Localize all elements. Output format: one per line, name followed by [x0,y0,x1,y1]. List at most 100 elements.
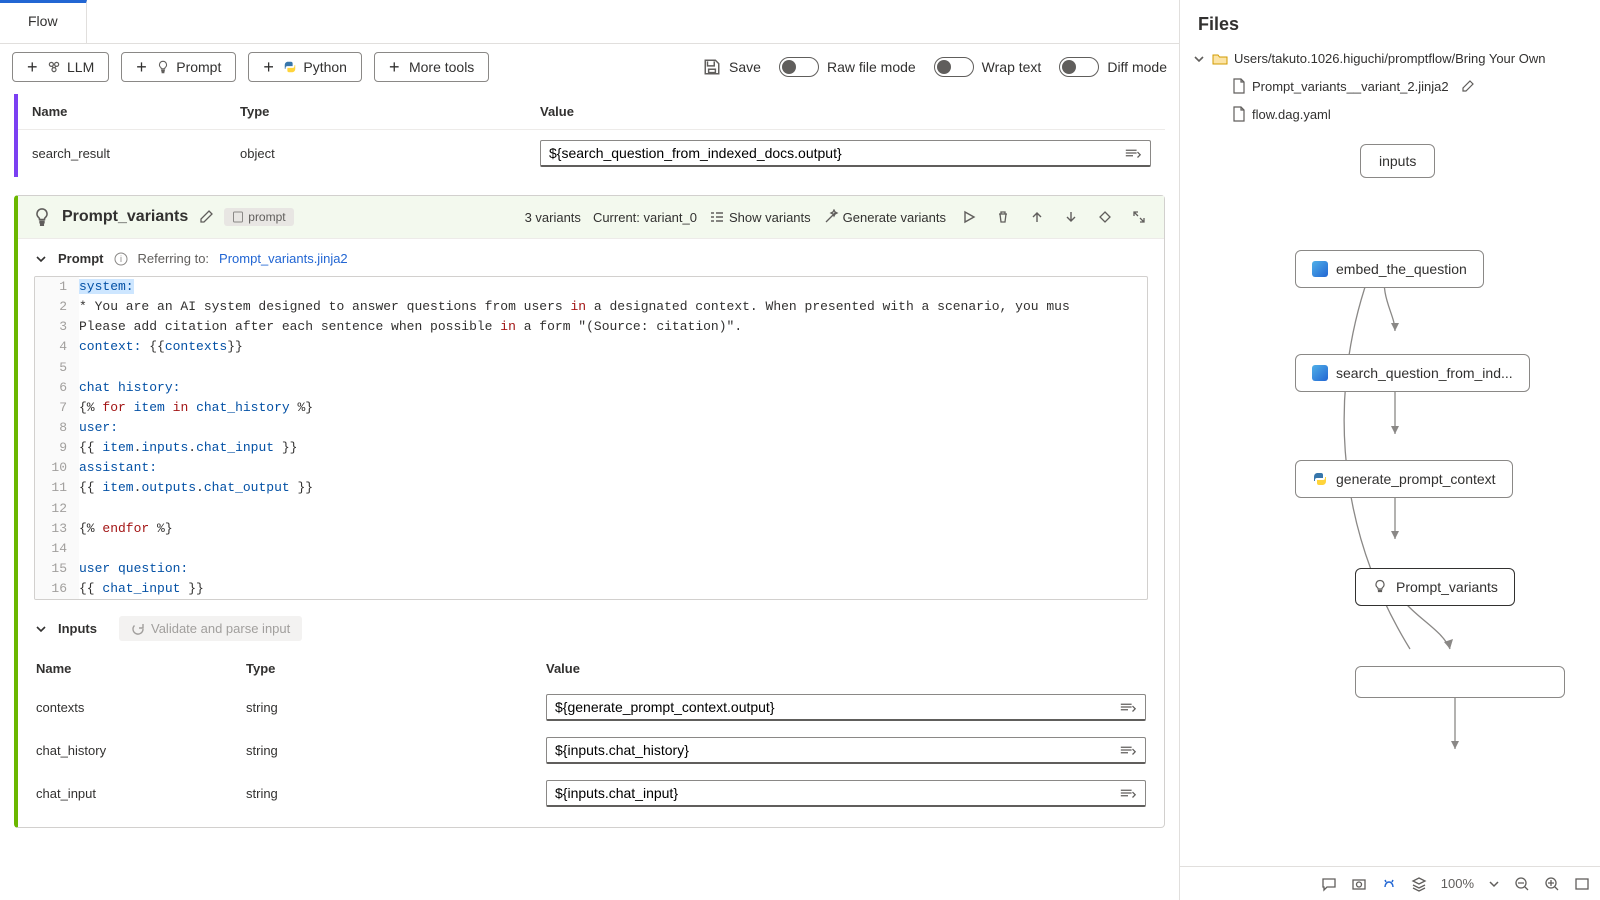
value-input[interactable] [546,737,1146,764]
chevron-down-icon[interactable] [1488,878,1500,890]
zoom-in-icon[interactable] [1544,876,1560,892]
link-icon[interactable] [1119,743,1137,757]
validate-parse-button[interactable]: Validate and parse input [119,616,302,641]
plus-icon: + [389,60,403,74]
add-python-button[interactable]: + Python [248,52,362,82]
zoom-out-icon[interactable] [1514,876,1530,892]
node-type-badge: prompt [224,208,293,226]
diff-mode-toggle[interactable]: Diff mode [1059,57,1167,77]
layers-icon[interactable] [1411,876,1427,892]
move-down-button[interactable] [1060,206,1082,228]
azure-icon [1312,261,1328,277]
more-tools-button[interactable]: + More tools [374,52,489,82]
generate-variants-button[interactable]: Generate variants [823,209,946,225]
inputs-section-header[interactable]: Inputs Validate and parse input [34,616,1148,641]
python-icon [283,60,297,74]
graph-node-next[interactable] [1355,666,1565,698]
wrap-text-toggle[interactable]: Wrap text [934,57,1042,77]
value-field[interactable] [555,742,1111,758]
folder-icon [1212,52,1228,66]
referring-file-link[interactable]: Prompt_variants.jinja2 [219,251,348,266]
run-button[interactable] [958,206,980,228]
trash-icon [996,210,1010,224]
copilot-icon[interactable] [1381,876,1397,892]
arrow-up-icon [1030,210,1044,224]
value-input[interactable] [540,140,1151,167]
tab-flow[interactable]: Flow [0,0,87,43]
graph-node-genctx[interactable]: generate_prompt_context [1295,460,1513,498]
expand-button[interactable] [1128,206,1150,228]
save-label: Save [729,59,761,75]
file-icon [1232,78,1246,94]
arrow-down-icon [1064,210,1078,224]
value-input[interactable] [546,694,1146,721]
value-input[interactable] [546,780,1146,807]
node-inputs-table: Name Type Value contextsstringchat_histo… [34,651,1148,815]
table-row: chat_inputstring [34,772,1148,815]
value-field[interactable] [555,699,1111,715]
table-row: contextsstring [34,686,1148,729]
raw-mode-label: Raw file mode [827,59,916,75]
folder-row[interactable]: Users/takuto.1026.higuchi/promptflow/Bri… [1188,45,1592,72]
variant-count: 3 variants [525,210,581,225]
add-prompt-button[interactable]: + Prompt [121,52,236,82]
input-name: search_result [16,130,226,178]
show-variants-button[interactable]: Show variants [709,210,811,225]
save-icon [703,58,721,76]
file-name: Prompt_variants__variant_2.jinja2 [1252,79,1449,94]
activate-button[interactable] [1094,206,1116,228]
flow-graph[interactable]: inputs embed_the_question search_questio… [1180,132,1600,866]
expand-icon [1132,210,1146,224]
file-row[interactable]: Prompt_variants__variant_2.jinja2 [1188,72,1592,100]
col-type: Type [226,94,526,130]
move-up-button[interactable] [1026,206,1048,228]
plus-icon: + [27,60,41,74]
prompt-section-header[interactable]: Prompt i Referring to: Prompt_variants.j… [34,251,1148,266]
node-card: Prompt_variants prompt 3 variants Curren… [14,195,1165,828]
link-icon[interactable] [1124,146,1142,160]
value-field[interactable] [555,785,1111,801]
chevron-down-icon [1192,52,1206,66]
chevron-down-icon [34,252,48,266]
edit-file-icon[interactable] [1461,79,1475,93]
input-name: chat_history [34,729,244,772]
file-icon [1232,106,1246,122]
plus-icon: + [136,60,150,74]
graph-node-inputs[interactable]: inputs [1360,144,1435,178]
node-title: Prompt_variants [62,208,188,226]
graph-node-prompt-variants[interactable]: Prompt_variants [1355,568,1515,606]
chevron-down-icon [34,622,48,636]
refresh-icon [131,622,145,636]
value-field[interactable] [549,145,1116,161]
info-icon[interactable]: i [114,252,128,266]
graph-node-search[interactable]: search_question_from_ind... [1295,354,1530,392]
wrap-text-label: Wrap text [982,59,1042,75]
input-type: string [244,772,544,815]
input-name: contexts [34,686,244,729]
diff-mode-label: Diff mode [1107,59,1167,75]
col-name: Name [16,94,226,130]
prompt-label: Prompt [58,251,104,266]
input-type: object [226,130,526,178]
current-variant: Current: variant_0 [593,210,697,225]
list-icon [709,210,725,224]
link-icon[interactable] [1119,786,1137,800]
add-llm-button[interactable]: + LLM [12,52,109,82]
comment-icon[interactable] [1321,876,1337,892]
upstream-inputs-table: Name Type Value search_result object [14,94,1165,177]
lightbulb-icon [32,207,52,227]
graph-node-embed[interactable]: embed_the_question [1295,250,1484,288]
edit-icon[interactable] [198,209,214,225]
code-editor[interactable]: 1system:2* You are an AI system designed… [34,276,1148,600]
delete-button[interactable] [992,206,1014,228]
play-icon [962,210,976,224]
link-icon[interactable] [1119,700,1137,714]
fit-icon[interactable] [1574,876,1590,892]
lightbulb-icon [156,60,170,74]
save-button[interactable]: Save [703,58,761,76]
toggle-icon [1059,57,1099,77]
azure-icon [1312,365,1328,381]
file-row[interactable]: flow.dag.yaml [1188,100,1592,128]
raw-mode-toggle[interactable]: Raw file mode [779,57,916,77]
snapshot-icon[interactable] [1351,876,1367,892]
